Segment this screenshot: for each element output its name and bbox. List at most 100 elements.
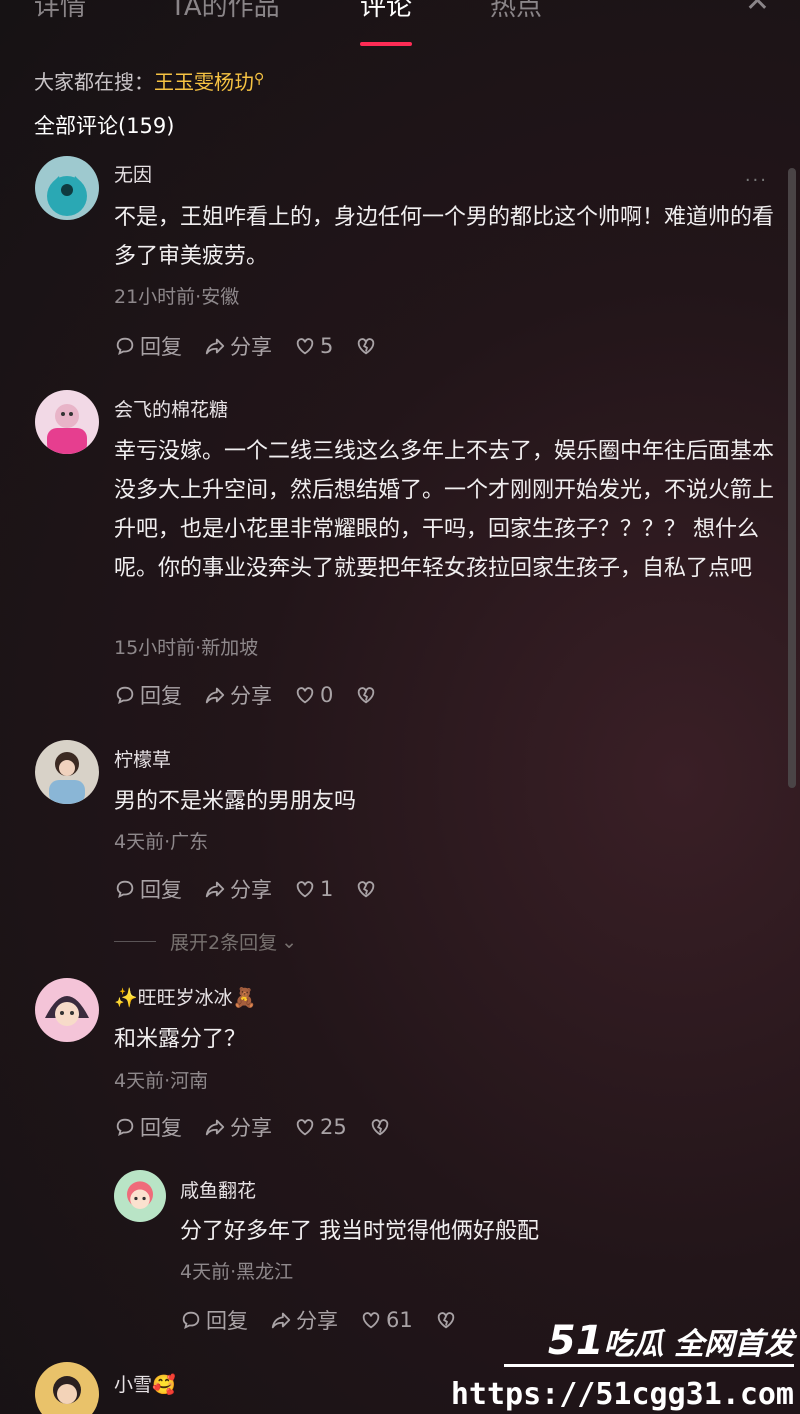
like-button[interactable]: 5 [294, 334, 333, 358]
dislike-button[interactable] [355, 684, 381, 706]
dislike-button[interactable] [355, 335, 381, 357]
comment-meta: 4天前·黑龙江 [180, 1261, 294, 1283]
share-label: 分享 [296, 1309, 338, 1333]
broken-heart-icon [358, 338, 375, 355]
comment-meta: 4天前·河南 [114, 1070, 209, 1092]
share-icon [205, 881, 225, 898]
comment-author[interactable]: 柠檬草 [114, 745, 171, 772]
comments-count: 全部评论(159) [34, 114, 175, 138]
share-icon [205, 687, 225, 704]
avatar[interactable] [35, 1362, 99, 1414]
tab-details[interactable]: 详情 [34, 0, 86, 23]
heart-icon [296, 338, 314, 355]
reply-button[interactable]: 回复 [180, 1305, 248, 1335]
comment-author[interactable]: ✨旺旺岁冰冰🧸 [114, 983, 256, 1010]
share-button[interactable]: 分享 [204, 680, 272, 710]
comment-author[interactable]: 小雪🥰 [114, 1370, 176, 1397]
watermark-url: https://51cgg31.com [450, 1377, 794, 1412]
comment-actions: 回复 分享 1 [114, 874, 403, 904]
reply-label: 回复 [140, 1116, 182, 1140]
comment-text: 分了好多年了 我当时觉得他俩好般配 [180, 1219, 539, 1244]
active-tab-indicator [360, 42, 412, 46]
watermark: 51吃瓜 全网首发 https://51cgg31.com [451, 1318, 800, 1414]
reply-label: 回复 [140, 335, 182, 359]
share-label: 分享 [230, 335, 272, 359]
more-options-icon[interactable]: ··· [745, 170, 768, 191]
comment-text: 幸亏没嫁。一个二线三线这么多年上不去了，娱乐圈中年往后面基本没多大上升空间，然后… [114, 439, 775, 581]
comment-author[interactable]: 会飞的棉花糖 [114, 395, 228, 422]
comment-actions: 回复 分享 0 [114, 680, 403, 710]
comment-meta: 15小时前·新加坡 [114, 637, 259, 659]
share-button[interactable]: 分享 [204, 1112, 272, 1142]
comment-author[interactable]: 无因 [114, 160, 152, 187]
reply-label: 回复 [206, 1309, 248, 1333]
share-icon [271, 1312, 291, 1329]
reply-icon [116, 880, 134, 899]
reply-icon [182, 1311, 200, 1330]
avatar[interactable] [35, 978, 99, 1042]
like-count: 61 [386, 1308, 413, 1332]
close-icon[interactable]: ✕ [745, 0, 770, 19]
scrollbar[interactable] [788, 168, 796, 788]
watermark-brand: 51吃瓜 全网首发 [547, 1318, 794, 1364]
avatar[interactable] [35, 156, 99, 220]
comment-author[interactable]: 咸鱼翻花 [180, 1176, 256, 1203]
heart-icon [296, 687, 314, 704]
reply-label: 回复 [140, 684, 182, 708]
search-prefix: 大家都在搜： [34, 70, 154, 94]
divider [114, 941, 156, 942]
heart-icon [296, 1119, 314, 1136]
like-count: 5 [320, 334, 334, 358]
share-label: 分享 [230, 878, 272, 902]
reply-button[interactable]: 回复 [114, 331, 182, 361]
avatar[interactable] [35, 740, 99, 804]
tab-hot[interactable]: 热点 [490, 0, 542, 23]
reply-button[interactable]: 回复 [114, 874, 182, 904]
tab-comments[interactable]: 评论 [360, 0, 412, 23]
avatar[interactable] [35, 390, 99, 454]
expand-replies-label: 展开2条回复 [170, 932, 278, 954]
search-suggestion: 大家都在搜：王玉雯杨玏⚲ [34, 66, 264, 95]
heart-icon [296, 881, 314, 898]
broken-heart-icon [371, 1119, 388, 1136]
like-button[interactable]: 1 [294, 877, 333, 901]
reply-button[interactable]: 回复 [114, 680, 182, 710]
dislike-button[interactable] [369, 1116, 395, 1138]
reply-icon [116, 686, 134, 705]
comment-actions: 回复 分享 25 [114, 1112, 417, 1142]
share-icon [205, 1119, 225, 1136]
dislike-button[interactable] [355, 878, 381, 900]
comment-actions: 回复 分享 61 [180, 1305, 483, 1335]
like-button[interactable]: 25 [294, 1115, 347, 1139]
comment-text: 男的不是米露的男朋友吗 [114, 789, 357, 814]
comment-text: 和米露分了？ [114, 1027, 247, 1052]
chevron-down-icon: ⌄ [281, 930, 298, 953]
share-label: 分享 [230, 1116, 272, 1140]
share-button[interactable]: 分享 [204, 874, 272, 904]
avatar[interactable] [114, 1170, 166, 1222]
reply-label: 回复 [140, 878, 182, 902]
reply-icon [116, 337, 134, 356]
share-label: 分享 [230, 684, 272, 708]
like-count: 0 [320, 683, 334, 707]
like-button[interactable]: 0 [294, 683, 333, 707]
search-term-link[interactable]: 王玉雯杨玏 [154, 70, 254, 94]
tab-bar: 详情 TA的作品 评论 热点 ✕ [0, 0, 800, 46]
expand-replies-button[interactable]: 展开2条回复 ⌄ [114, 928, 297, 955]
like-count: 25 [320, 1115, 347, 1139]
tab-works[interactable]: TA的作品 [170, 0, 280, 23]
search-icon[interactable]: ⚲ [254, 71, 264, 87]
reply-button[interactable]: 回复 [114, 1112, 182, 1142]
share-button[interactable]: 分享 [270, 1305, 338, 1335]
watermark-divider [504, 1364, 794, 1367]
share-icon [205, 338, 225, 355]
broken-heart-icon [358, 687, 375, 704]
dislike-button[interactable] [435, 1309, 461, 1331]
like-count: 1 [320, 877, 334, 901]
broken-heart-icon [358, 881, 375, 898]
broken-heart-icon [437, 1312, 454, 1329]
share-button[interactable]: 分享 [204, 331, 272, 361]
comment-meta: 4天前·广东 [114, 831, 209, 853]
like-button[interactable]: 61 [360, 1308, 413, 1332]
comment-actions: 回复 分享 5 [114, 331, 403, 361]
